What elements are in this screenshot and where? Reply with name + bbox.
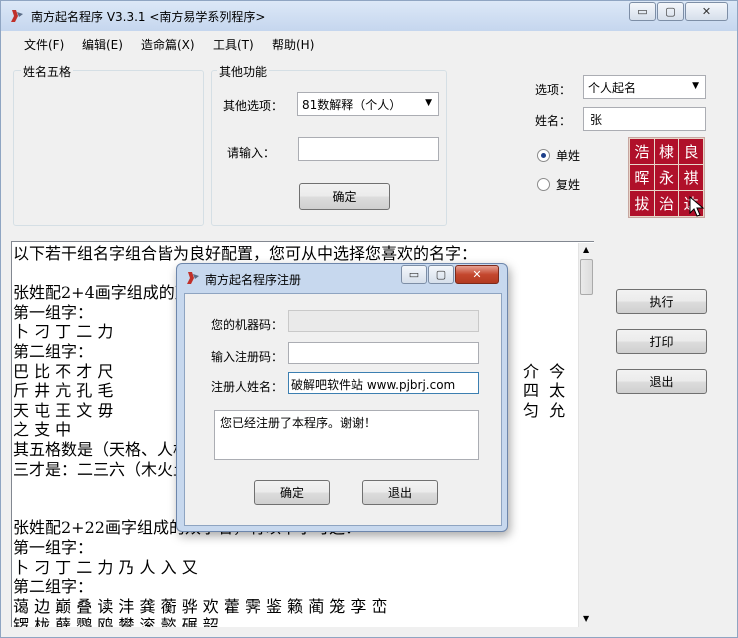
- dialog-body: 您的机器码： 输入注册码： 注册人姓名： 破解吧软件站 www.pjbrj.co…: [184, 293, 502, 526]
- close-icon: ✕: [472, 268, 482, 281]
- register-message-box: 您已经注册了本程序。谢谢！: [214, 410, 479, 460]
- menu-help[interactable]: 帮助(H): [272, 36, 314, 53]
- print-button[interactable]: 打印: [616, 329, 707, 354]
- tile: 祺: [679, 165, 703, 190]
- tile: 拔: [630, 191, 654, 216]
- confirm-button[interactable]: 确定: [299, 183, 390, 210]
- register-dialog: 南方起名程序注册 ▭ ▢ ✕ 您的机器码： 输入注册码： 注册人姓名： 破解吧软…: [176, 263, 508, 532]
- title-bar: 南方起名程序 V3.3.1 <南方易学系列程序> ▭ ▢ ✕: [1, 1, 737, 31]
- naming-option-value: 个人起名: [588, 81, 637, 95]
- other-functions-title: 其他功能: [217, 63, 270, 80]
- tile: 晖: [630, 165, 654, 190]
- other-option-value: 81数解释（个人）: [302, 98, 402, 112]
- mouse-cursor-icon: [689, 196, 705, 217]
- five-grid-title: 姓名五格: [21, 63, 74, 80]
- result-scrollbar[interactable]: ▲ ▼: [578, 243, 595, 627]
- close-button[interactable]: ✕: [685, 2, 728, 21]
- naming-option-label: 选项：: [535, 83, 572, 97]
- reg-code-input[interactable]: [288, 342, 479, 364]
- minimize-icon: ▭: [408, 268, 420, 281]
- exit-button[interactable]: 退出: [616, 369, 707, 394]
- naming-option-select[interactable]: 个人起名 ▼: [583, 75, 706, 99]
- single-surname-radio[interactable]: [537, 149, 550, 162]
- window-title: 南方起名程序 V3.3.1 <南方易学系列程序>: [31, 10, 266, 24]
- maximize-icon: ▢: [665, 5, 676, 18]
- scroll-up-icon[interactable]: ▲: [583, 245, 589, 254]
- maximize-button[interactable]: ▢: [657, 2, 684, 21]
- minimize-icon: ▭: [637, 5, 648, 18]
- result-line: 第二组字：: [13, 577, 94, 597]
- dialog-close-button[interactable]: ✕: [455, 265, 499, 284]
- result-line-right: 四 太: [523, 381, 566, 401]
- main-window: 南方起名程序 V3.3.1 <南方易学系列程序> ▭ ▢ ✕ 文件(F) 编辑(…: [0, 0, 738, 638]
- app-icon: [187, 272, 199, 284]
- machine-code-field: [288, 310, 479, 332]
- surname-input[interactable]: 张: [583, 107, 706, 131]
- dialog-ok-button[interactable]: 确定: [254, 480, 330, 505]
- double-surname-label[interactable]: 复姓: [556, 176, 580, 193]
- tile: 永: [654, 165, 679, 190]
- reg-code-label: 输入注册码：: [211, 350, 284, 364]
- execute-button[interactable]: 执行: [616, 289, 707, 314]
- reg-name-input[interactable]: 破解吧软件站 www.pjbrj.com: [288, 372, 479, 394]
- result-line: 蔼 边 巅 叠 读 沣 龚 蘅 骅 欢 藿 霁 鉴 籁 蔺 笼 孪 峦: [13, 596, 388, 616]
- single-surname-label[interactable]: 单姓: [556, 147, 580, 164]
- result-line-right: 介 今: [523, 361, 566, 381]
- maximize-icon: ▢: [435, 268, 447, 281]
- surname-label: 姓名：: [535, 114, 572, 128]
- dialog-maximize-button[interactable]: ▢: [428, 265, 454, 284]
- dropdown-arrow-icon: ▼: [425, 98, 432, 108]
- tile: 治: [654, 191, 679, 216]
- machine-code-label: 您的机器码：: [211, 318, 284, 332]
- close-icon: ✕: [701, 5, 712, 18]
- tile: 棣: [654, 139, 679, 164]
- tile: 浩: [630, 139, 654, 164]
- register-message: 您已经注册了本程序。谢谢！: [220, 416, 377, 430]
- menu-file[interactable]: 文件(F): [24, 36, 64, 53]
- dialog-minimize-button[interactable]: ▭: [401, 265, 427, 284]
- menu-fate[interactable]: 造命篇(X): [141, 36, 195, 53]
- app-icon: [11, 10, 23, 22]
- other-option-label: 其他选项：: [223, 99, 284, 113]
- menu-edit[interactable]: 编辑(E): [82, 36, 123, 53]
- menu-tools[interactable]: 工具(T): [213, 36, 254, 53]
- tile: 良: [679, 139, 703, 164]
- dialog-title: 南方起名程序注册: [205, 273, 302, 287]
- minimize-button[interactable]: ▭: [629, 2, 656, 21]
- scroll-down-icon[interactable]: ▼: [583, 614, 589, 623]
- result-line: 第一组字：: [13, 537, 94, 557]
- input-field[interactable]: [298, 137, 439, 161]
- five-grid-group: [13, 70, 204, 226]
- result-line: 卜 刁 丁 二 力 乃 人 入 又: [13, 557, 198, 577]
- other-option-select[interactable]: 81数解释（个人） ▼: [297, 92, 439, 116]
- double-surname-radio[interactable]: [537, 178, 550, 191]
- scroll-thumb[interactable]: [580, 259, 593, 295]
- input-label: 请输入：: [227, 146, 276, 160]
- reg-name-label: 注册人姓名：: [211, 380, 284, 394]
- result-line: 锣 栊 蘖 鹦 鸥 攀 滚 懿 碾 韶: [13, 616, 219, 627]
- dialog-exit-button[interactable]: 退出: [362, 480, 438, 505]
- dropdown-arrow-icon: ▼: [692, 81, 699, 91]
- result-line-right: 匀 允: [523, 400, 566, 420]
- menu-bar: 文件(F) 编辑(E) 造命篇(X) 工具(T) 帮助(H): [2, 31, 736, 57]
- result-line: 以下若干组名字组合皆为良好配置，您可从中选择您喜欢的名字：: [13, 244, 478, 263]
